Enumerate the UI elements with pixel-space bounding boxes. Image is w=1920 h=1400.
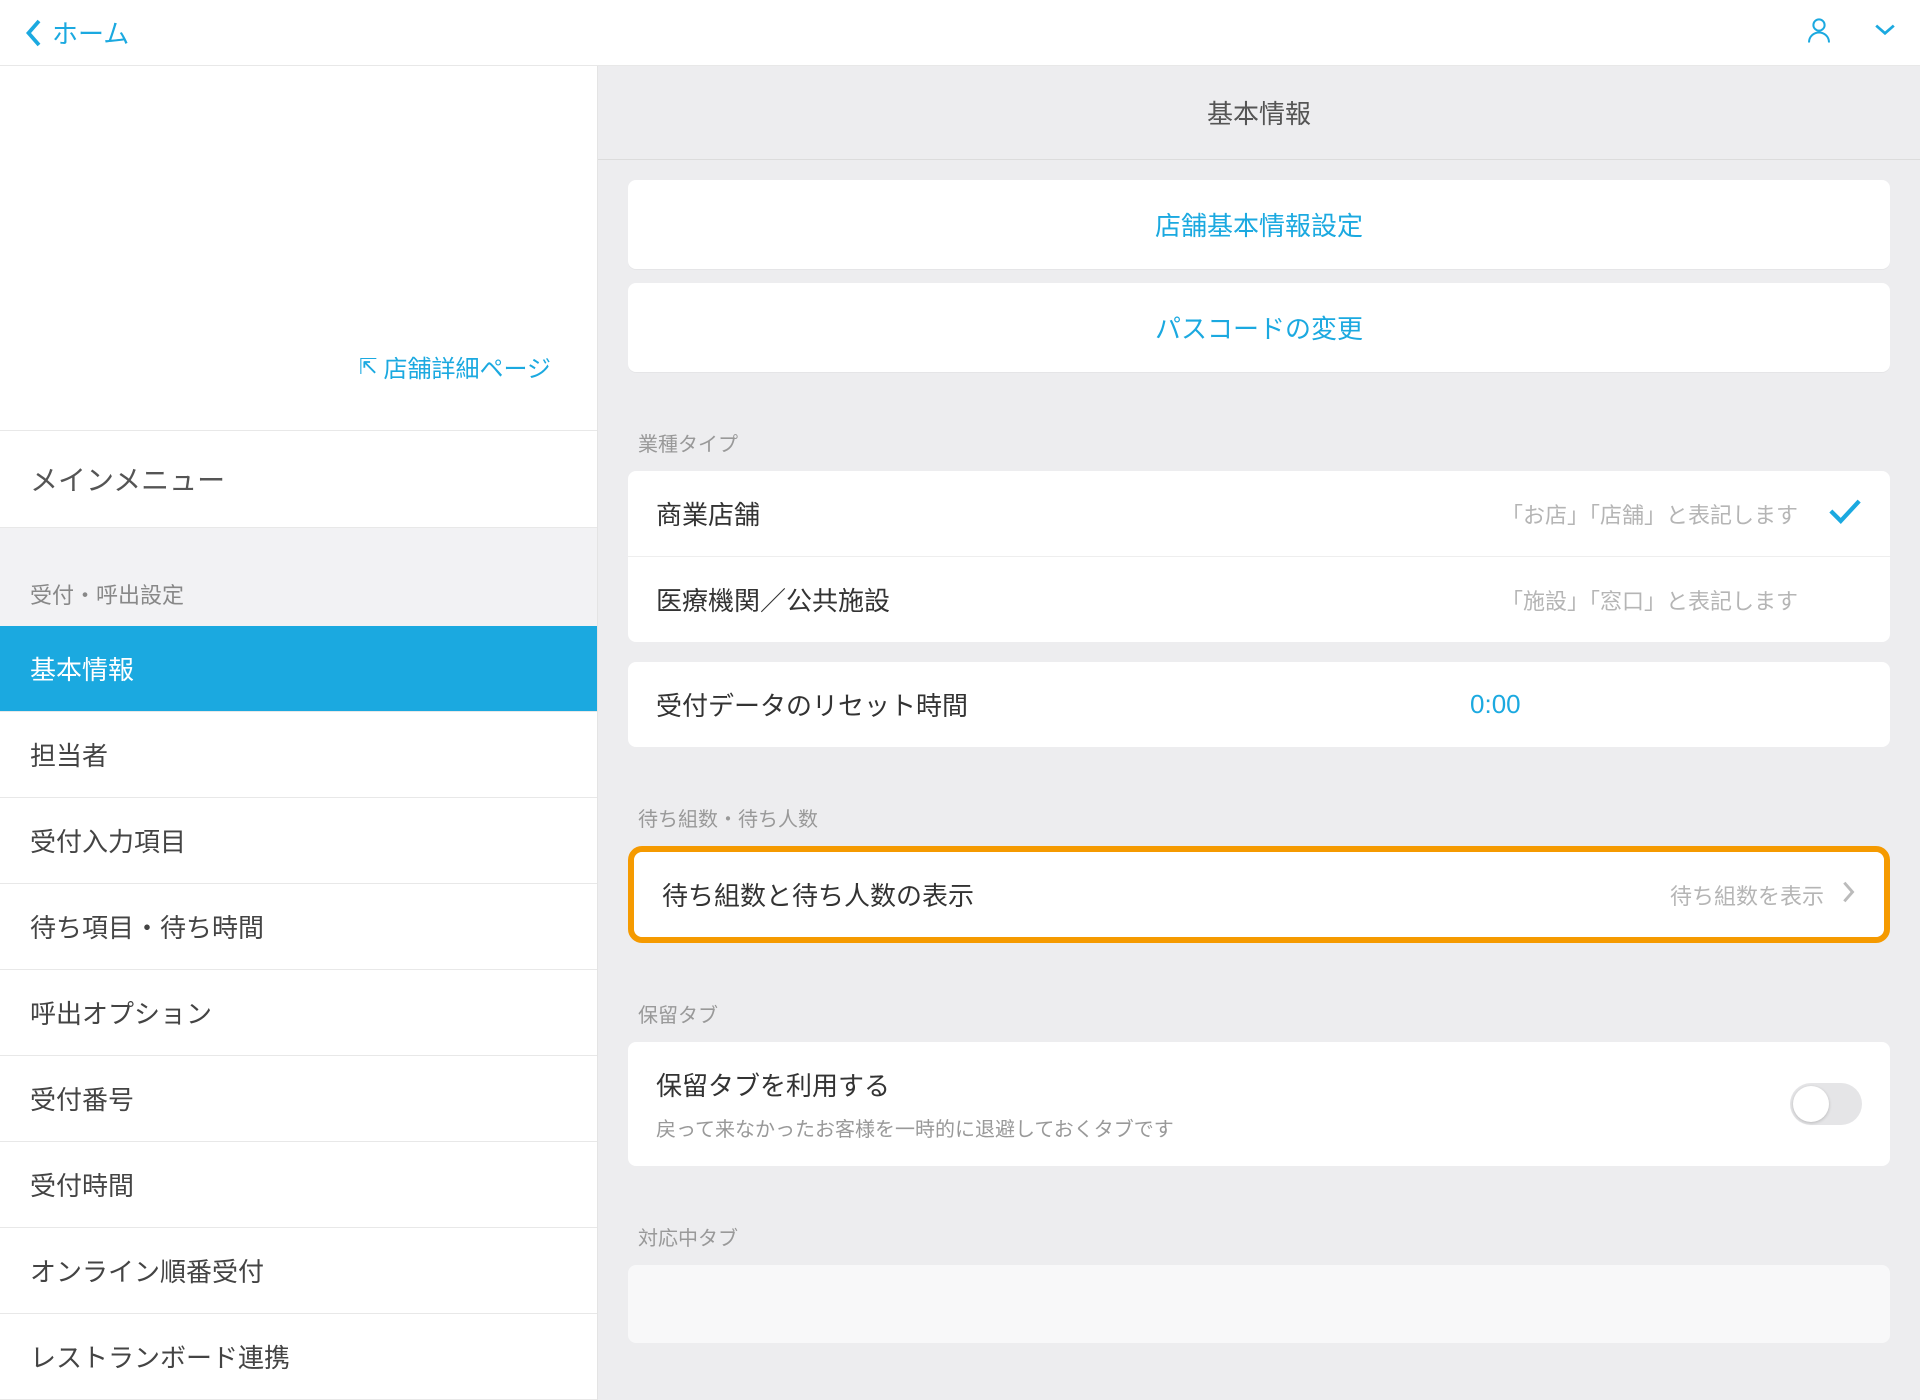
row-label: 医療機関／公共施設 [656,581,890,618]
group-label-hold: 保留タブ [628,943,1890,1042]
chevron-left-icon [24,18,42,48]
reset-time-value: 0:00 [1320,689,1862,720]
row-label: 待ち組数と待ち人数の表示 [662,876,974,913]
sidebar-item-reception-number[interactable]: 受付番号 [0,1056,597,1142]
check-icon [1828,498,1862,529]
store-link-label: 店舗詳細ページ [383,349,551,384]
group-label-business: 業種タイプ [628,372,1890,471]
sidebar-item-basic-info[interactable]: 基本情報 [0,626,597,712]
row-desc: 「施設」「窓口」と表記します [1501,584,1798,616]
business-type-list: 商業店舗 「お店」「店舗」と表記します 医療機関／公共施設 「施設」「窓口」と表… [628,471,1890,642]
progress-tab-list [628,1265,1890,1343]
page-title: 基本情報 [598,66,1920,160]
sidebar-item-staff[interactable]: 担当者 [0,712,597,798]
reset-time-list: 受付データのリセット時間 0:00 [628,662,1890,747]
topbar: ホーム [0,0,1920,66]
content: 基本情報 店舗基本情報設定 パスコードの変更 業種タイプ 商業店舗 「お店」「店… [598,66,1920,1400]
row-desc: 「お店」「店舗」と表記します [1501,498,1798,530]
row-label: 受付データのリセット時間 [656,686,968,723]
highlighted-wait-row: 待ち組数と待ち人数の表示 待ち組数を表示 [628,846,1890,943]
external-link-icon: ⇱ [359,354,377,380]
sidebar: ⇱ 店舗詳細ページ メインメニュー 受付・呼出設定 基本情報 担当者 受付入力項… [0,66,598,1400]
sidebar-header: ⇱ 店舗詳細ページ [0,66,597,431]
group-label-progress: 対応中タブ [628,1166,1890,1265]
sidebar-main-menu[interactable]: メインメニュー [0,431,597,528]
sidebar-item-call-options[interactable]: 呼出オプション [0,970,597,1056]
business-type-commercial[interactable]: 商業店舗 「お店」「店舗」と表記します [628,471,1890,557]
row-label: 商業店舗 [656,495,760,532]
back-label: ホーム [52,14,129,51]
user-icon[interactable] [1804,15,1834,50]
sidebar-item-input-fields[interactable]: 受付入力項目 [0,798,597,884]
reset-time-row[interactable]: 受付データのリセット時間 0:00 [628,662,1890,747]
row-label: 保留タブを利用する [656,1066,1174,1103]
hold-tab-row[interactable]: 保留タブを利用する 戻って来なかったお客様を一時的に退避しておくタブです [628,1042,1890,1166]
business-type-medical[interactable]: 医療機関／公共施設 「施設」「窓口」と表記します [628,557,1890,642]
sidebar-item-reception-time[interactable]: 受付時間 [0,1142,597,1228]
hold-tab-list: 保留タブを利用する 戻って来なかったお客様を一時的に退避しておくタブです [628,1042,1890,1166]
store-basic-settings-button[interactable]: 店舗基本情報設定 [628,180,1890,269]
sidebar-item-restaurant-board[interactable]: レストランボード連携 [0,1314,597,1400]
chevron-right-icon [1842,880,1856,909]
progress-tab-row[interactable] [628,1265,1890,1343]
sidebar-item-online-queue[interactable]: オンライン順番受付 [0,1228,597,1314]
wait-display-row[interactable]: 待ち組数と待ち人数の表示 待ち組数を表示 [634,852,1884,937]
sidebar-item-wait-items[interactable]: 待ち項目・待ち時間 [0,884,597,970]
wait-display-value: 待ち組数を表示 [1670,879,1824,911]
group-label-wait: 待ち組数・待ち人数 [628,747,1890,846]
row-sub: 戻って来なかったお客様を一時的に退避しておくタブです [656,1113,1174,1142]
store-detail-link[interactable]: ⇱ 店舗詳細ページ [359,349,551,384]
back-button[interactable]: ホーム [24,14,129,51]
hold-tab-toggle[interactable] [1790,1083,1862,1125]
dropdown-toggle[interactable] [1874,23,1896,42]
change-passcode-button[interactable]: パスコードの変更 [628,283,1890,372]
sidebar-section-title: 受付・呼出設定 [0,528,597,626]
